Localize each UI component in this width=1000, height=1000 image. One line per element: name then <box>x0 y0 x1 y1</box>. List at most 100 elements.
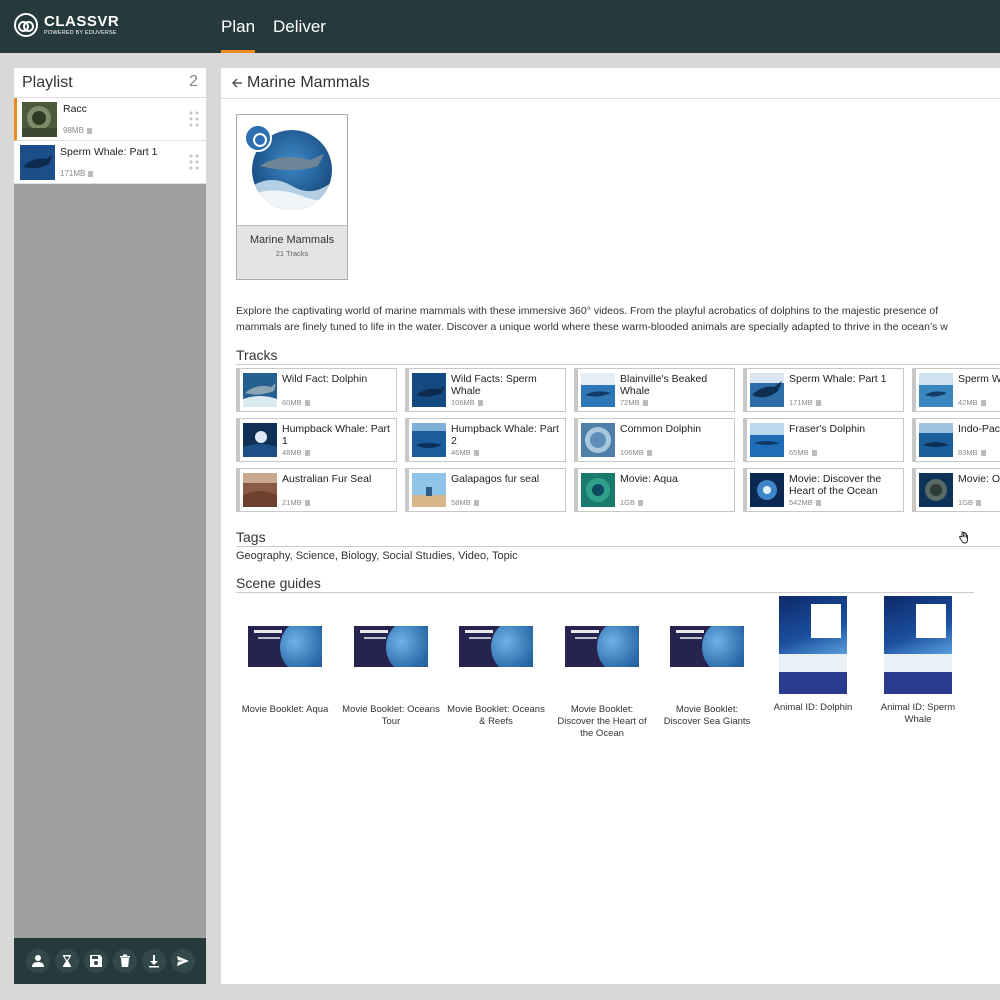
sd-card-icon <box>815 400 821 406</box>
sd-card-icon <box>642 400 648 406</box>
animal-id-cover-image <box>779 596 847 694</box>
track-thumbnail <box>750 373 784 407</box>
track-card[interactable]: Australian Fur Seal 21MB <box>236 468 397 512</box>
guide-label: Animal ID: Dolphin <box>773 702 853 713</box>
track-name: Movie: O <box>958 473 1000 485</box>
save-button[interactable] <box>83 949 108 973</box>
track-size: 58MB <box>451 498 479 507</box>
send-button[interactable] <box>170 949 195 973</box>
track-size: 72MB <box>620 398 648 407</box>
track-name: Common Dolphin <box>620 423 702 435</box>
scene-guides: Movie Booklet: Aqua Movie Booklet: Ocean… <box>235 596 996 739</box>
track-thumbnail <box>243 423 277 457</box>
tab-deliver[interactable]: Deliver <box>273 0 326 53</box>
pack-card[interactable]: Marine Mammals 21 Tracks <box>236 114 348 280</box>
track-name: Indo-Paci dolphin <box>958 423 1000 435</box>
sd-card-icon <box>815 500 821 506</box>
sd-card-icon <box>646 450 652 456</box>
classvr-logo[interactable]: CLASSVR POWERED BY EDUVERSE <box>14 13 119 37</box>
track-thumbnail <box>412 373 446 407</box>
track-name: Humpback Whale: Part 1 <box>282 423 390 447</box>
playlist-item-size: 171MB <box>60 169 94 178</box>
playlist-item[interactable]: Racc 98MB <box>14 98 206 141</box>
scene-guide-item[interactable]: Movie Booklet: Aqua <box>235 596 335 716</box>
sd-card-icon <box>980 400 986 406</box>
track-name: Blainville's Beaked Whale <box>620 373 708 397</box>
download-icon <box>148 955 159 968</box>
track-thumbnail <box>581 473 615 507</box>
track-name: Australian Fur Seal <box>282 473 372 485</box>
pack-header: Marine Mammals <box>221 68 1000 99</box>
classvr-badge-icon <box>244 124 272 152</box>
drag-handle-icon[interactable] <box>188 153 200 171</box>
playlist-item-name: Racc <box>63 103 87 115</box>
sd-card-icon <box>477 400 483 406</box>
booklet-cover-image <box>565 626 639 667</box>
playlist-item[interactable]: Sperm Whale: Part 1 171MB <box>14 141 206 184</box>
delete-button[interactable] <box>112 949 137 973</box>
track-card[interactable]: Humpback Whale: Part 1 48MB <box>236 418 397 462</box>
pack-card-tracks: 21 Tracks <box>275 249 309 258</box>
track-thumbnail <box>750 423 784 457</box>
sd-card-icon <box>980 450 986 456</box>
scene-guide-item[interactable]: Animal ID: Sperm Whale <box>868 596 968 726</box>
scene-guide-item[interactable]: Movie Booklet: Oceans & Reefs <box>446 596 546 728</box>
scene-guide-item[interactable]: Movie Booklet: Oceans Tour <box>341 596 441 728</box>
back-arrow-icon[interactable] <box>230 76 244 90</box>
track-card[interactable]: Movie: O 1GB <box>912 468 1000 512</box>
track-card[interactable]: Sperm Whale: Part 1 171MB <box>743 368 904 412</box>
scene-guide-item[interactable]: Movie Booklet: Discover Sea Giants <box>657 596 757 728</box>
track-card[interactable]: Blainville's Beaked Whale 72MB <box>574 368 735 412</box>
playlist-sidebar: Playlist 2 Racc 98MB Sperm Whale: Part 1… <box>14 68 206 984</box>
booklet-cover-image <box>354 626 428 667</box>
hourglass-icon <box>62 955 71 967</box>
track-size: 42MB <box>958 398 986 407</box>
playlist-title: Playlist <box>22 74 73 91</box>
tab-plan[interactable]: Plan <box>221 0 256 53</box>
booklet-cover-image <box>248 626 322 667</box>
sd-card-icon <box>304 400 310 406</box>
track-card[interactable]: Movie: Aqua 1GB <box>574 468 735 512</box>
track-size: 46MB <box>451 448 479 457</box>
track-thumbnail <box>581 423 615 457</box>
track-thumbnail <box>412 423 446 457</box>
track-size: 60MB <box>282 398 310 407</box>
guide-label: Movie Booklet: Oceans Tour <box>342 704 440 727</box>
track-thumbnail <box>919 423 953 457</box>
track-card[interactable]: Movie: Discover the Heart of the Ocean 5… <box>743 468 904 512</box>
download-button[interactable] <box>141 949 166 973</box>
track-card[interactable]: Wild Fact: Dolphin 60MB <box>236 368 397 412</box>
track-card[interactable]: Sperm W 42MB <box>912 368 1000 412</box>
track-thumbnail <box>243 373 277 407</box>
guide-label: Movie Booklet: Oceans & Reefs <box>447 704 545 727</box>
brand-tagline: POWERED BY EDUVERSE <box>44 29 117 36</box>
track-card[interactable]: Galapagos fur seal 58MB <box>405 468 566 512</box>
trash-icon <box>119 954 130 967</box>
track-card[interactable]: Indo-Paci dolphin 83MB <box>912 418 1000 462</box>
track-size: 65MB <box>789 448 817 457</box>
user-button[interactable] <box>25 949 50 973</box>
scene-guide-item[interactable]: Animal ID: Dolphin <box>763 596 863 714</box>
scene-guide-item[interactable]: Movie Booklet: Discover the Heart of the… <box>552 596 652 740</box>
drag-handle-icon[interactable] <box>188 110 200 128</box>
tags-list: Geography, Science, Biology, Social Stud… <box>236 550 518 562</box>
animal-id-cover-image <box>884 596 952 694</box>
track-size: 106MB <box>620 448 652 457</box>
playlist-item-size: 98MB <box>63 126 92 135</box>
track-card[interactable]: Humpback Whale: Part 2 46MB <box>405 418 566 462</box>
track-name: Movie: Discover the Heart of the Ocean <box>789 473 882 497</box>
playlist-toolbar <box>14 938 206 984</box>
track-card[interactable]: Wild Facts: Sperm Whale 106MB <box>405 368 566 412</box>
user-icon <box>31 955 44 967</box>
sd-card-icon <box>88 171 94 177</box>
tracks-heading: Tracks <box>236 347 1000 365</box>
track-name: Movie: Aqua <box>620 473 678 485</box>
page-title: Marine Mammals <box>247 74 370 91</box>
track-card[interactable]: Fraser's Dolphin 65MB <box>743 418 904 462</box>
track-name: Wild Fact: Dolphin <box>282 373 368 385</box>
brand-name: CLASSVR <box>44 12 120 30</box>
track-thumbnail <box>243 473 277 507</box>
track-card[interactable]: Common Dolphin 106MB <box>574 418 735 462</box>
timer-button[interactable] <box>54 949 79 973</box>
sd-card-icon <box>473 450 479 456</box>
